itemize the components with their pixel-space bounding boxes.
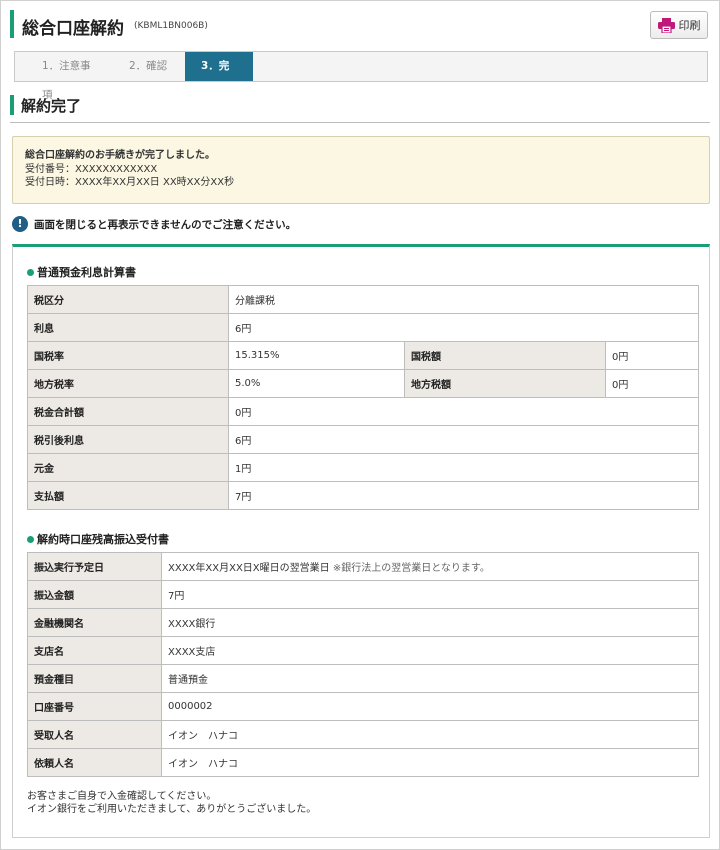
table-row: 利息 6円 xyxy=(27,313,700,342)
header-accent-bar xyxy=(10,10,14,38)
row-label: 利息 xyxy=(27,313,229,342)
table-row: 支店名 XXXX支店 xyxy=(27,636,699,665)
step-2: 2．確認 xyxy=(129,60,168,72)
row-label: 国税額 xyxy=(404,341,606,370)
step-3-active: 3．完了 xyxy=(185,52,253,101)
completion-notice: 総合口座解約のお手続きが完了しました。 受付番号：XXXXXXXXXXXX 受付… xyxy=(12,136,710,204)
row-value: XXXX年XX月XX日X曜日の翌営業日 ※銀行法上の翌営業日となります。 xyxy=(161,552,699,581)
row-label: 口座番号 xyxy=(27,692,162,721)
row-label: 地方税率 xyxy=(27,369,229,398)
table-row: 預金種目 普通預金 xyxy=(27,664,699,693)
row-value: XXXX銀行 xyxy=(161,608,699,637)
row-label: 元金 xyxy=(27,453,229,482)
row-value: 0000002 xyxy=(161,692,699,721)
table-row: 国税率 15.315% 国税額 0円 xyxy=(27,341,700,370)
print-button-label: 印刷 xyxy=(678,19,701,32)
bullet-dot-icon xyxy=(27,535,34,543)
row-label: 受取人名 xyxy=(27,720,162,749)
page-header: 総合口座解約 (KBML1BN006B) 印刷 xyxy=(10,10,710,40)
table-row: 口座番号 0000002 xyxy=(27,692,699,721)
bullet-dot-icon xyxy=(27,268,34,276)
row-value: 0円 xyxy=(604,341,700,370)
table-row: 地方税率 5.0% 地方税額 0円 xyxy=(27,369,700,398)
row-value: 15.315% xyxy=(228,341,405,370)
step-1: 1．注意事項 xyxy=(42,60,91,101)
row-label: 税金合計額 xyxy=(27,397,229,426)
interest-statement-title: 普通預金利息計算書 xyxy=(37,266,136,279)
transfer-date-note: ※銀行法上の翌営業日となります。 xyxy=(332,563,490,574)
row-label: 預金種目 xyxy=(27,664,162,693)
row-value: 7円 xyxy=(227,481,700,510)
transfer-table: 振込実行予定日 XXXX年XX月XX日X曜日の翌営業日 ※銀行法上の翌営業日とな… xyxy=(27,552,699,777)
transfer-date-value: XXXX年XX月XX日X曜日の翌営業日 xyxy=(168,563,330,574)
notice-message: 総合口座解約のお手続きが完了しました。 xyxy=(25,150,215,161)
row-label: 税引後利息 xyxy=(27,425,229,454)
closing-message: お客さまご自身で入金確認してください。 イオン銀行をご利用いただきまして、ありが… xyxy=(27,790,316,816)
row-value: 1円 xyxy=(227,453,700,482)
table-row: 振込実行予定日 XXXX年XX月XX日X曜日の翌営業日 ※銀行法上の翌営業日とな… xyxy=(27,552,699,581)
row-label: 税区分 xyxy=(27,285,229,314)
row-label: 地方税額 xyxy=(404,369,606,398)
section-accent-bar xyxy=(10,95,14,115)
row-label: 金融機関名 xyxy=(27,608,162,637)
print-button[interactable]: 印刷 xyxy=(650,11,708,39)
row-value: イオン ハナコ xyxy=(161,720,699,749)
row-label: 支払額 xyxy=(27,481,229,510)
notice-receipt-number: 受付番号：XXXXXXXXXXXX xyxy=(25,163,158,175)
row-value: 普通預金 xyxy=(161,664,699,693)
table-row: 税引後利息 6円 xyxy=(27,425,700,454)
table-row: 税金合計額 0円 xyxy=(27,397,700,426)
printer-icon xyxy=(657,17,675,33)
page-title: 総合口座解約 xyxy=(22,19,124,39)
step-indicator: 1．注意事項 2．確認 3．完了 xyxy=(14,51,708,101)
section-title: 解約完了 xyxy=(21,97,82,115)
table-row: 金融機関名 XXXX銀行 xyxy=(27,608,699,637)
closing-line-2: イオン銀行をご利用いただきまして、ありがとうございました。 xyxy=(27,804,317,815)
table-row: 依頼人名 イオン ハナコ xyxy=(27,748,699,777)
interest-table: 税区分 分離課税 利息 6円 国税率 15.315% 国税額 0円 地方税率 5… xyxy=(27,285,700,510)
table-row: 税区分 分離課税 xyxy=(27,285,700,314)
section-heading: 解約完了 xyxy=(10,93,710,123)
row-value: 分離課税 xyxy=(227,285,700,314)
row-value: XXXX支店 xyxy=(161,636,699,665)
row-label: 国税率 xyxy=(27,341,229,370)
interest-statement-heading: 普通預金利息計算書 xyxy=(27,264,136,280)
exclamation-circle-icon: ! xyxy=(12,216,28,232)
row-label: 支店名 xyxy=(27,636,162,665)
row-value: 5.0% xyxy=(228,369,405,398)
details-panel: 普通預金利息計算書 税区分 分離課税 利息 6円 国税率 15.315% 国税額… xyxy=(12,244,710,838)
table-row: 支払額 7円 xyxy=(27,481,700,510)
table-row: 元金 1円 xyxy=(27,453,700,482)
row-value: イオン ハナコ xyxy=(161,748,699,777)
row-label: 振込実行予定日 xyxy=(27,552,162,581)
row-value: 6円 xyxy=(227,425,700,454)
table-row: 受取人名 イオン ハナコ xyxy=(27,720,699,749)
table-row: 振込金額 7円 xyxy=(27,580,699,609)
page-code: (KBML1BN006B) xyxy=(134,21,208,31)
warning-message: ! 画面を閉じると再表示できませんのでご注意ください。 xyxy=(12,215,296,233)
warning-text: 画面を閉じると再表示できませんのでご注意ください。 xyxy=(34,218,297,231)
notice-receipt-datetime: 受付日時：XXXX年XX月XX日 XX時XX分XX秒 xyxy=(25,177,235,188)
row-value: 7円 xyxy=(161,580,699,609)
row-value: 6円 xyxy=(227,313,700,342)
transfer-receipt-title: 解約時口座残高振込受付書 xyxy=(37,533,169,546)
transfer-receipt-heading: 解約時口座残高振込受付書 xyxy=(27,531,169,547)
closing-line-1: お客さまご自身で入金確認してください。 xyxy=(27,791,217,802)
row-label: 依頼人名 xyxy=(27,748,162,777)
row-value: 0円 xyxy=(604,369,700,398)
row-value: 0円 xyxy=(227,397,700,426)
row-label: 振込金額 xyxy=(27,580,162,609)
